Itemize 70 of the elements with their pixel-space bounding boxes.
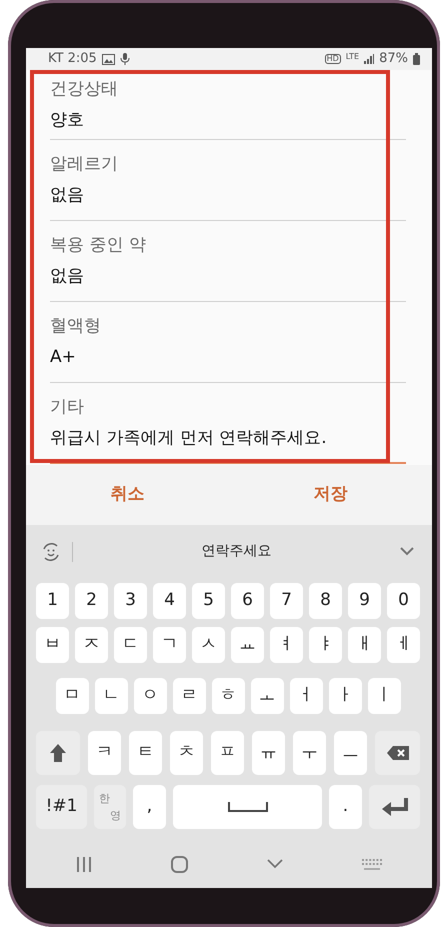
key[interactable]: ㅅ — [192, 627, 225, 663]
key[interactable]: ㅏ — [328, 678, 362, 714]
key[interactable]: ㅌ — [129, 731, 162, 775]
key[interactable]: 4 — [153, 583, 186, 619]
key[interactable]: 3 — [114, 583, 147, 619]
key[interactable]: 7 — [270, 583, 303, 619]
battery-percent: 87% — [379, 50, 408, 68]
symbols-key[interactable]: !#1 — [36, 785, 87, 829]
key[interactable]: ㅑ — [309, 627, 342, 663]
field-label: 혈액형 — [50, 317, 102, 336]
back-chevron-icon[interactable] — [267, 859, 284, 869]
chevron-down-icon[interactable] — [400, 547, 414, 556]
key[interactable]: , — [133, 785, 166, 829]
key[interactable]: ㅕ — [270, 627, 303, 663]
key[interactable]: ㅊ — [170, 731, 203, 775]
space-icon — [228, 802, 268, 812]
field-label: 알레르기 — [50, 155, 119, 174]
key[interactable]: ㄹ — [172, 678, 206, 714]
key[interactable]: ㄴ — [94, 678, 128, 714]
key[interactable]: 8 — [309, 583, 342, 619]
field-label: 건강상태 — [50, 80, 119, 98]
key[interactable]: ㅎ — [212, 678, 244, 714]
key[interactable]: ㅇ — [134, 678, 166, 714]
key[interactable]: 5 — [192, 583, 225, 619]
key[interactable]: ㅛ — [231, 627, 264, 663]
key[interactable]: ㅗ — [250, 678, 284, 714]
enter-icon — [382, 798, 408, 816]
key[interactable]: 9 — [348, 583, 381, 619]
shift-key[interactable] — [36, 731, 80, 775]
signal-icon — [364, 54, 374, 64]
network-label: LTE — [346, 51, 360, 63]
key[interactable]: ㅣ — [368, 678, 400, 714]
field-label: 기타 — [50, 398, 85, 416]
home-icon[interactable] — [170, 856, 188, 872]
enter-key[interactable] — [369, 785, 420, 829]
key[interactable]: ㅐ — [348, 627, 381, 663]
status-time: KT 2:05 — [48, 50, 97, 68]
recent-apps-icon[interactable] — [76, 856, 92, 872]
field-value[interactable]: A+ — [50, 348, 406, 367]
key[interactable]: 1 — [36, 583, 69, 619]
key[interactable]: 6 — [231, 583, 264, 619]
field-value[interactable]: 없음 — [50, 186, 406, 205]
key[interactable]: ㄱ — [153, 627, 186, 663]
field-value[interactable]: 양호 — [50, 110, 406, 130]
field-value[interactable]: 없음 — [50, 267, 406, 286]
field-value[interactable]: 위급시 가족에게 먼저 연락해주세요. — [50, 428, 406, 448]
key[interactable]: ㅜ — [293, 731, 326, 775]
key[interactable]: . — [329, 785, 362, 829]
key[interactable]: ㅋ — [88, 731, 121, 775]
battery-icon — [413, 53, 420, 65]
image-icon — [102, 54, 115, 64]
backspace-icon — [386, 746, 408, 760]
key[interactable]: 2 — [75, 583, 108, 619]
key[interactable]: ㅓ — [290, 678, 322, 714]
key[interactable]: ㅍ — [211, 731, 244, 775]
key[interactable]: ㅁ — [56, 678, 88, 714]
key[interactable]: 0 — [387, 583, 420, 619]
key[interactable]: ㅂ — [36, 627, 69, 663]
key[interactable]: ㅔ — [387, 627, 420, 663]
microphone-icon — [120, 53, 130, 65]
hd-label: HD — [324, 54, 341, 64]
key[interactable]: ㅈ — [75, 627, 108, 663]
backspace-key[interactable] — [375, 731, 420, 775]
field-label: 복용 중인 약 — [50, 236, 147, 255]
key[interactable]: ㄷ — [114, 627, 147, 663]
keyboard-icon[interactable] — [362, 858, 382, 870]
up-arrow-icon — [49, 743, 67, 763]
key[interactable]: ㅡ — [334, 731, 367, 775]
key[interactable]: ㅠ — [252, 731, 285, 775]
suggestion-word[interactable]: 연락주세요 — [202, 541, 272, 562]
